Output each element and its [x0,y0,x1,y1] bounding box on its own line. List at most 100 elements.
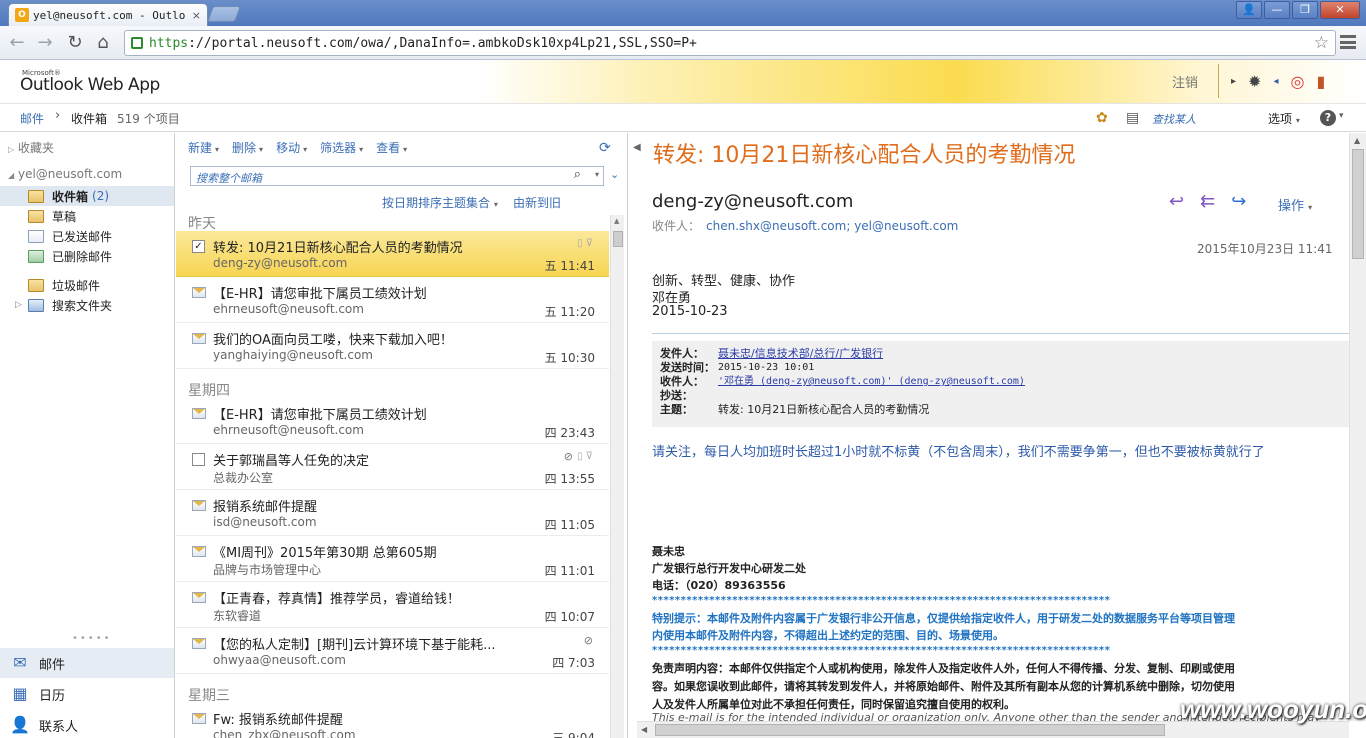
exit-door-icon[interactable]: ▮ [1316,72,1325,91]
delete-button[interactable]: 删除 ▾ [232,139,263,156]
mailbox-account[interactable]: ◢ yel@neusoft.com [8,167,122,181]
module-contacts[interactable]: 👤 联系人 [0,710,174,738]
new-button[interactable]: 新建 ▾ [188,139,219,156]
actions-menu[interactable]: 操作 ▾ [1278,195,1312,214]
calendar-icon: ▦ [12,684,28,703]
breadcrumb-mail-link[interactable]: 邮件 [20,110,44,127]
message-item[interactable]: Fw: 报销系统邮件提醒 chen_zbx@neusoft.com 三 9:04 [176,703,609,738]
message-item[interactable]: 《MI周刊》2015年第30期 总第605期 品牌与市场管理中心 四 11:01 [176,536,609,582]
collapse-pane-icon[interactable]: ◀ [633,142,641,153]
hscroll-thumb[interactable] [655,724,1165,736]
scroll-thumb[interactable] [613,231,623,247]
search-options-caret-icon[interactable]: ▾ [595,170,599,179]
tab-close-icon[interactable]: × [192,9,201,22]
back-arrow-icon[interactable]: ← [6,32,28,54]
user-icon[interactable]: 👤 [1236,1,1262,19]
pane-resize-handle[interactable]: ••••• [72,633,112,644]
expand-triangle-icon[interactable]: ▷ [15,300,22,310]
expand-search-icon[interactable]: ⌄ [610,168,619,181]
group-header-thursday: 星期四 [188,383,230,399]
home-icon[interactable]: ⌂ [92,32,114,54]
scroll-up-arrow-icon[interactable]: ▲ [614,217,619,225]
refresh-icon[interactable]: ⟳ [599,140,611,156]
browser-menu-icon[interactable] [1340,35,1356,49]
browser-titlebar: O yel@neusoft.com - Outlo × 👤 — ❐ ✕ [0,0,1366,26]
forward-icon[interactable]: ↪ [1231,191,1246,212]
message-time: 四 11:05 [544,518,595,532]
message-checkbox[interactable]: ✓ [192,240,205,253]
sort-by-menu[interactable]: 按日期排序主题集合 ▾ [382,194,498,211]
restore-button[interactable]: ❐ [1292,1,1318,19]
find-someone-link[interactable]: 查找某人 [1152,111,1196,127]
message-sender: chen_zbx@neusoft.com [213,728,356,738]
module-calendar[interactable]: ▦ 日历 [0,679,174,709]
message-subject: 转发: 10月21日新核心配合人员的考勤情况 [213,241,463,256]
message-item[interactable]: 【E-HR】请您审批下属员工绩效计划 ehrneusoft@neusoft.co… [176,398,609,444]
view-button[interactable]: 查看 ▾ [376,139,407,156]
flag-icon[interactable]: ▯ ⊽ [577,451,593,462]
envelope-icon [192,546,206,557]
scroll-thumb[interactable] [1352,149,1364,259]
new-tab-button[interactable] [207,6,241,22]
browser-tab[interactable]: O yel@neusoft.com - Outlo × [8,3,208,26]
settings-gear-icon[interactable]: ✹ [1248,72,1261,91]
help-caret-icon[interactable]: ▾ [1339,111,1344,121]
search-icon[interactable]: ⌕ [574,167,581,182]
quote-divider [652,333,1349,334]
message-checkbox[interactable] [192,453,205,466]
module-mail[interactable]: ✉ 邮件 [0,648,174,678]
folder-sent[interactable]: 已发送邮件 [0,226,174,246]
recipient-links[interactable]: chen.shx@neusoft.com; yel@neusoft.com [706,219,958,233]
flag-icon[interactable]: ▯ ⊽ [577,238,593,249]
reading-pane-scrollbar[interactable]: ▲ ▼ [1349,133,1366,721]
disclaimer-line: 人及发件人所属单位对此不承担任何责任，同时保留追究擅自使用的权利。 [652,698,1015,711]
help-icon[interactable]: ? [1320,110,1336,126]
minimize-button[interactable]: — [1264,1,1290,19]
dropdown-caret-icon: ▾ [303,145,308,154]
options-menu[interactable]: 选项 ▾ [1268,110,1300,127]
message-item[interactable]: 【E-HR】请您审批下属员工绩效计划 ehrneusoft@neusoft.co… [176,277,609,323]
message-item[interactable]: ✓ 转发: 10月21日新核心配合人员的考勤情况 deng-zy@neusoft… [176,231,609,277]
signature-stars: ****************************************… [652,645,1111,656]
quoted-recipient-link[interactable]: '邓在勇 (deng-zy@neusoft.com)' (deng-zy@neu… [718,375,1025,389]
folder-inbox[interactable]: 收件箱 (2) [0,186,174,206]
move-button[interactable]: 移动 ▾ [276,139,307,156]
favorites-section[interactable]: ▷ 收藏夹 [8,139,54,156]
reload-icon[interactable]: ↻ [64,32,86,54]
collapse-arrows-icon[interactable]: ▸ [1231,76,1236,87]
message-subject: 【E-HR】请您审批下属员工绩效计划 [213,287,427,302]
search-input[interactable]: 搜索整个邮箱 ⌕ ▾ [190,166,604,186]
folder-drafts[interactable]: 草稿 [0,206,174,226]
message-sender: deng-zy@neusoft.com [213,256,348,270]
address-url[interactable]: https://portal.neusoft.com/owa/,DanaInfo… [149,36,697,51]
filter-button[interactable]: 筛选器 ▾ [320,139,363,156]
close-window-button[interactable]: ✕ [1320,1,1360,19]
message-item[interactable]: 【正青春，荐真情】推荐学员，睿道给钱！ 东软睿道 四 10:07 [176,582,609,628]
lifebuoy-icon[interactable]: ◎ [1290,72,1304,91]
message-item[interactable]: 我们的OA面向员工喽，快来下载加入吧！ yanghaiying@neusoft.… [176,323,609,369]
bookmark-star-icon[interactable]: ☆ [1314,33,1329,53]
sender-address[interactable]: deng-zy@neusoft.com [652,191,853,212]
message-list-scrollbar[interactable]: ▲ [610,215,624,738]
left-arrow-icon[interactable]: ◂ [1273,76,1278,87]
reply-icon[interactable]: ↩ [1169,191,1184,212]
logout-link[interactable]: 注销 [1172,72,1198,91]
message-sender: ehrneusoft@neusoft.com [213,423,364,437]
folder-deleted[interactable]: 已删除邮件 [0,246,174,266]
folder-junk[interactable]: 垃圾邮件 [0,275,174,295]
quoted-sender-link[interactable]: 聂未忠/信息技术部/总行/广发银行 [718,347,883,361]
message-item[interactable]: 【您的私人定制】[期刊]云计算环境下基于能耗... ohwyaa@neusoft… [176,628,609,674]
scroll-up-arrow-icon[interactable]: ▲ [1354,136,1360,145]
scroll-left-arrow-icon[interactable]: ◀ [641,725,647,734]
forward-arrow-icon[interactable]: → [34,32,56,54]
message-item[interactable]: 报销系统邮件提醒 isd@neusoft.com 四 11:05 [176,490,609,536]
address-book-icon[interactable]: ▤ [1126,110,1139,126]
sort-order-link[interactable]: 由新到旧 [513,194,561,211]
folder-search[interactable]: ▷ 搜索文件夹 [0,295,174,315]
reply-all-icon[interactable]: ⇇ [1200,191,1215,212]
address-bar[interactable]: https://portal.neusoft.com/owa/,DanaInfo… [124,30,1336,56]
owa-logo: Outlook Web App [20,75,160,95]
flag-status-icon[interactable]: ✿ [1096,110,1108,126]
message-item[interactable]: 关于郭瑞昌等人任免的决定 总裁办公室 四 13:55 ⊘ ▯ ⊽ [176,444,609,490]
attachment-icon: ⊘ [563,450,573,463]
